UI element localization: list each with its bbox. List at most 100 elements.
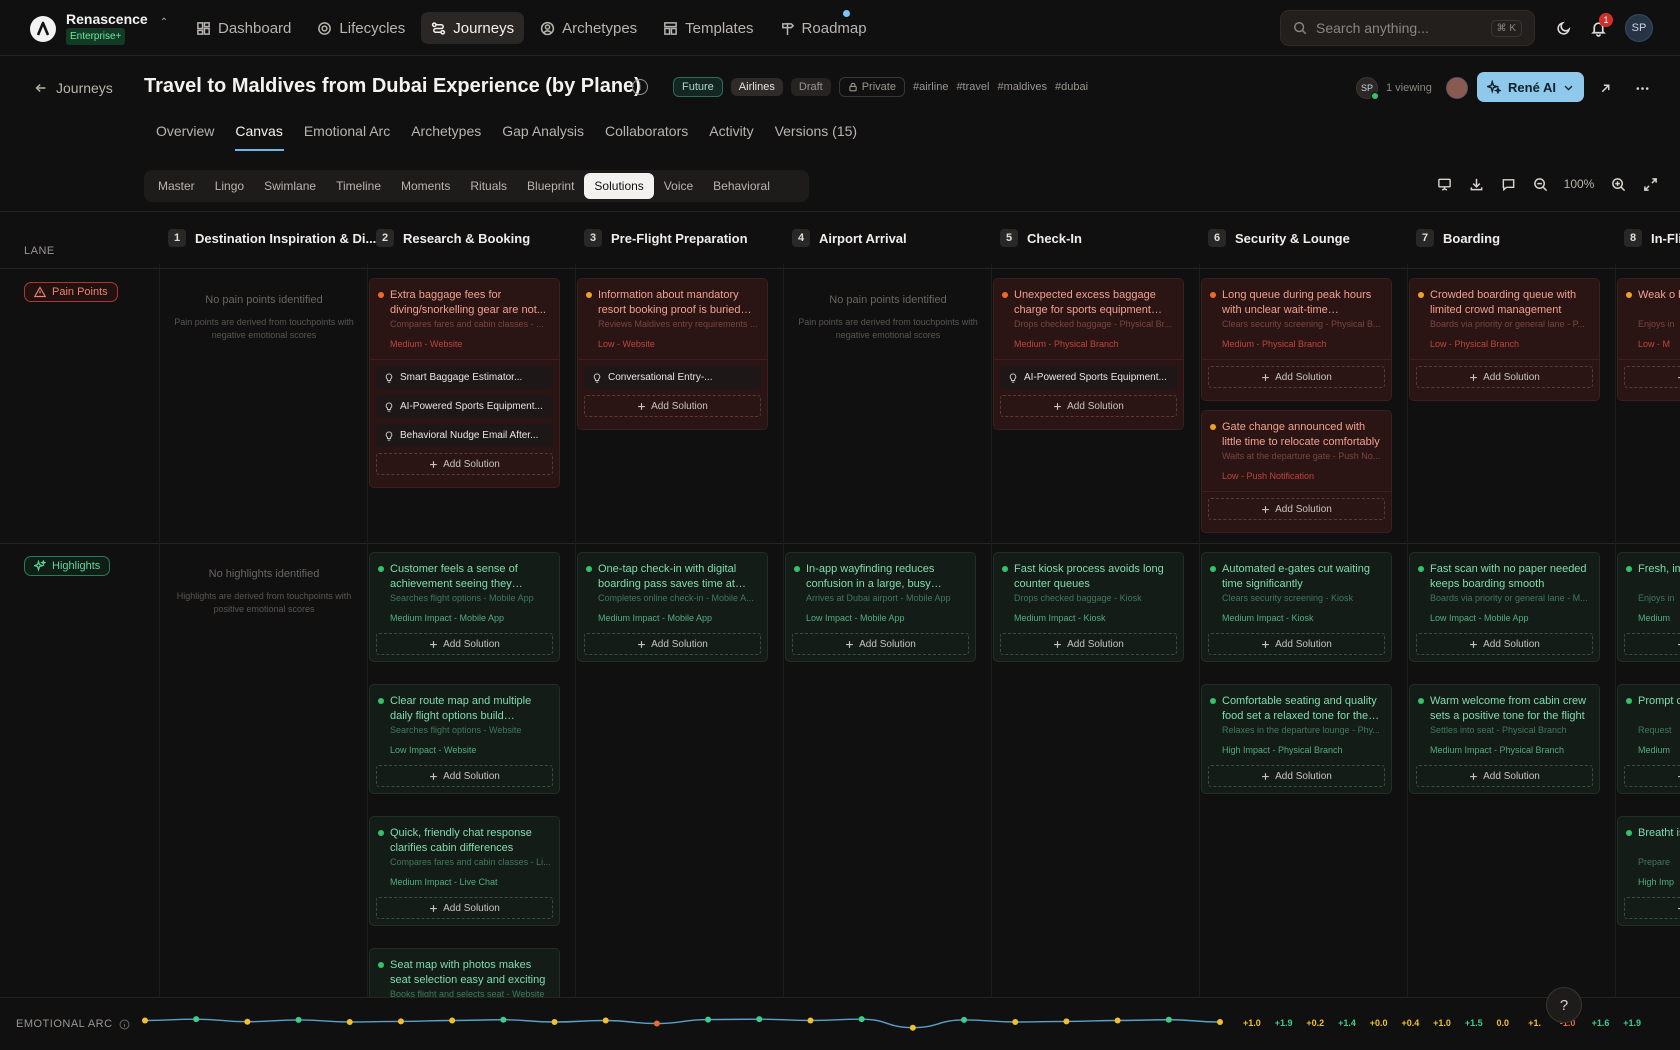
tag[interactable]: #dubai — [1055, 81, 1088, 93]
pain-point-card[interactable]: Gate change announced with little time t… — [1201, 410, 1392, 533]
emotional-arc-point[interactable] — [807, 1017, 814, 1024]
solutions-canvas[interactable]: LANE Pain Points Highlights No pain poin… — [0, 211, 1680, 997]
view-solutions[interactable]: Solutions — [584, 173, 654, 199]
add-solution-button[interactable]: Add Solution — [1416, 765, 1593, 787]
tab-archetypes[interactable]: Archetypes — [401, 113, 492, 149]
emotional-arc-point[interactable] — [346, 1019, 353, 1025]
share-external-icon[interactable] — [1591, 74, 1619, 102]
help-icon[interactable]: ? — [1546, 987, 1582, 1023]
emotional-arc-point[interactable] — [193, 1016, 200, 1023]
pain-point-card[interactable]: Weak o bufferingEnjoys in Low - M Add Solu… — [1617, 278, 1680, 401]
tab-versions-15[interactable]: Versions (15) — [765, 113, 868, 149]
add-solution-button[interactable]: Add Solution — [1208, 498, 1385, 520]
notifications-bell-icon[interactable]: 1 — [1590, 12, 1613, 37]
stage-header[interactable]: 5 Check-In — [1000, 229, 1082, 247]
tab-emotional-arc[interactable]: Emotional Arc — [294, 113, 401, 149]
nav-dashboard[interactable]: Dashboard — [186, 12, 301, 44]
add-solution-button[interactable]: Add Solution — [1416, 366, 1593, 388]
emotional-arc-point[interactable] — [551, 1019, 558, 1025]
stage-header[interactable]: 7 Boarding — [1416, 229, 1500, 247]
emotional-arc-point[interactable] — [602, 1017, 609, 1024]
emotional-arc-point[interactable] — [142, 1017, 148, 1024]
nav-roadmap[interactable]: Roadmap — [770, 12, 877, 44]
nav-templates[interactable]: Templates — [653, 12, 763, 44]
add-solution-button[interactable]: Add Solution — [1624, 897, 1680, 919]
tab-overview[interactable]: Overview — [146, 113, 225, 149]
tab-collaborators[interactable]: Collaborators — [595, 113, 699, 149]
view-master[interactable]: Master — [148, 173, 205, 199]
comments-icon[interactable] — [1497, 173, 1519, 195]
emotional-arc-point[interactable] — [1012, 1019, 1019, 1025]
view-moments[interactable]: Moments — [391, 173, 460, 199]
nav-archetypes[interactable]: Archetypes — [530, 12, 647, 44]
stage-header[interactable]: 4 Airport Arrival — [792, 229, 907, 247]
emotional-arc-point[interactable] — [1114, 1017, 1121, 1024]
fullscreen-icon[interactable] — [1639, 173, 1661, 195]
add-solution-button[interactable]: Add Solution — [376, 453, 553, 475]
highlight-card[interactable]: Breatht islandsPrepare High Imp Add Soluti… — [1617, 816, 1680, 926]
solution-item[interactable]: Smart Baggage Estimator... — [376, 366, 553, 389]
zoom-in-icon[interactable] — [1607, 173, 1629, 195]
emotional-arc-point[interactable] — [295, 1016, 302, 1023]
highlight-card[interactable]: Quick, friendly chat response clarifies … — [369, 816, 560, 926]
add-solution-button[interactable]: Add Solution — [584, 633, 761, 655]
add-solution-button[interactable]: Add Solution — [1208, 765, 1385, 787]
add-solution-button[interactable]: Add Solution — [1624, 366, 1680, 388]
add-solution-button[interactable]: Add Solution — [1624, 633, 1680, 655]
workspace-switcher[interactable]: Renascence Enterprise+ ⌃ — [30, 12, 168, 45]
view-swimlane[interactable]: Swimlane — [254, 173, 326, 199]
back-to-journeys-link[interactable]: Journeys — [34, 80, 113, 96]
highlight-card[interactable]: Prompt cabin cRequest Medium Add Solution — [1617, 684, 1680, 794]
emotional-arc-point[interactable] — [653, 1020, 660, 1027]
tab-activity[interactable]: Activity — [699, 113, 764, 149]
emotional-arc-point[interactable] — [909, 1024, 916, 1031]
emotional-arc-point[interactable] — [449, 1017, 456, 1024]
pain-point-card[interactable]: Unexpected excess baggage charge for spo… — [993, 278, 1184, 430]
info-icon[interactable] — [119, 1019, 130, 1030]
highlight-card[interactable]: Fast scan with no paper needed keeps boa… — [1409, 552, 1600, 662]
zoom-out-icon[interactable] — [1529, 173, 1551, 195]
add-solution-button[interactable]: Add Solution — [376, 765, 553, 787]
tab-gap-analysis[interactable]: Gap Analysis — [492, 113, 595, 149]
emotional-arc-point[interactable] — [1063, 1018, 1070, 1025]
emotional-arc-point[interactable] — [756, 1016, 763, 1023]
view-timeline[interactable]: Timeline — [326, 173, 391, 199]
stage-header[interactable]: 3 Pre-Flight Preparation — [584, 229, 748, 247]
emotional-arc-bar[interactable]: EMOTIONAL ARC +1.0 +1.9 +0.2 +1.4 +0.0 +0.4 +1… — [0, 997, 1680, 1050]
pain-point-card[interactable]: Crowded boarding queue with limited crow… — [1409, 278, 1600, 401]
lane-pain-points[interactable]: Pain Points — [24, 282, 118, 302]
status-badge-future[interactable]: Future — [673, 77, 723, 97]
highlight-card[interactable]: Fresh, improveEnjoys in Medium Add Solutio… — [1617, 552, 1680, 662]
solution-item[interactable]: AI-Powered Sports Equipment... — [376, 395, 553, 418]
tag[interactable]: #airline — [913, 81, 948, 93]
add-solution-button[interactable]: Add Solution — [792, 633, 969, 655]
add-solution-button[interactable]: Add Solution — [1624, 765, 1680, 787]
info-icon[interactable]: i — [632, 79, 648, 95]
pain-point-card[interactable]: Information about mandatory resort booki… — [577, 278, 768, 430]
presentation-icon[interactable] — [1433, 173, 1455, 195]
emotional-arc-point[interactable] — [397, 1018, 404, 1025]
emotional-arc-point[interactable] — [500, 1016, 507, 1023]
emotional-arc-point[interactable] — [1165, 1016, 1172, 1023]
highlight-card[interactable]: Automated e-gates cut waiting time signi… — [1201, 552, 1392, 662]
add-solution-button[interactable]: Add Solution — [376, 633, 553, 655]
industry-badge[interactable]: Airlines — [730, 78, 783, 96]
add-solution-button[interactable]: Add Solution — [1000, 395, 1177, 417]
highlight-card[interactable]: Seat map with photos makes seat selectio… — [369, 948, 560, 997]
add-solution-button[interactable]: Add Solution — [1208, 633, 1385, 655]
view-behavioral[interactable]: Behavioral — [703, 173, 780, 199]
solution-item[interactable]: Conversational Entry-... — [584, 366, 761, 389]
presence-indicator[interactable]: SP 1 viewing — [1356, 77, 1432, 100]
lane-highlights[interactable]: Highlights — [24, 556, 111, 576]
view-lingo[interactable]: Lingo — [205, 173, 254, 199]
solution-item[interactable]: Behavioral Nudge Email After... — [376, 424, 553, 447]
add-solution-button[interactable]: Add Solution — [1000, 633, 1177, 655]
add-solution-button[interactable]: Add Solution — [1208, 366, 1385, 388]
emotional-arc-point[interactable] — [705, 1016, 712, 1023]
highlight-card[interactable]: Clear route map and multiple daily fligh… — [369, 684, 560, 794]
highlight-card[interactable]: Fast kiosk process avoids long counter q… — [993, 552, 1184, 662]
privacy-badge[interactable]: Private — [838, 77, 905, 97]
emotional-arc-point[interactable] — [1217, 1019, 1223, 1025]
stage-header[interactable]: 6 Security & Lounge — [1208, 229, 1350, 247]
emotional-arc-point[interactable] — [961, 1016, 968, 1023]
